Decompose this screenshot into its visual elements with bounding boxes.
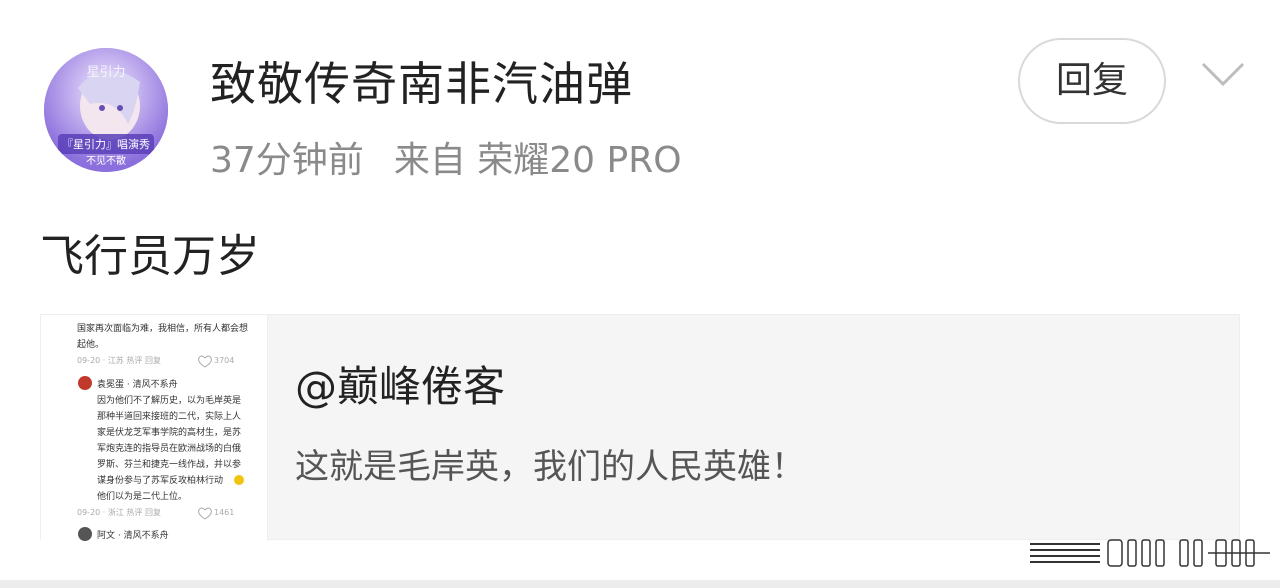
quoted-post-thumbnail[interactable]: 国家再次面临为难，我相信，所有人都会想 起他。 09-20 · 江苏 热评 回复… <box>41 315 268 541</box>
emoji-icon <box>234 475 244 485</box>
chevron-down-icon[interactable] <box>1200 60 1246 90</box>
thumb-line: 因为他们不了解历史，以为毛岸英是 <box>97 394 241 406</box>
avatar-caption-top: 星引力 <box>86 65 125 80</box>
thumb-line: 军炮克连的指导员在欧洲战场的白俄 <box>97 442 241 454</box>
post-content: 飞行员万岁 <box>40 231 260 282</box>
thumb-line: 国家再次面临为难，我相信，所有人都会想 <box>77 322 248 334</box>
thumb-commenter: 阿文 · 清风不系舟 <box>97 529 169 541</box>
post-username[interactable]: 致敬传奇南非汽油弹 <box>210 54 633 114</box>
thumb-line: 家是伏龙芝军事学院的高材生，是苏 <box>97 426 241 438</box>
reply-button[interactable]: 回复 <box>1018 38 1166 124</box>
thumb-likes: 1461 <box>214 508 234 517</box>
user-avatar[interactable]: 星引力 『星引力』唱演秀 不见不散 <box>44 48 168 172</box>
post-source: 来自 荣耀20 PRO <box>393 140 682 181</box>
barcode-watermark <box>1030 534 1270 574</box>
bottom-divider <box>0 580 1280 588</box>
avatar-caption: 『星引力』唱演秀 <box>62 137 150 151</box>
quoted-username[interactable]: @巅峰倦客 <box>295 359 505 415</box>
quoted-text: 这就是毛岸英，我们的人民英雄！ <box>295 447 805 487</box>
thumb-commenter-avatar <box>78 527 92 541</box>
thumb-line: 那种半道回来接班的二代，实际上人 <box>97 410 241 422</box>
thumb-line: 他们以为是二代上位。 <box>97 490 187 502</box>
thumb-line: 起他。 <box>77 338 104 350</box>
avatar-caption-bottom: 不见不散 <box>86 154 126 167</box>
thumb-commenter-avatar <box>78 376 92 390</box>
post-time: 37分钟前 <box>210 140 364 181</box>
thumb-commenter: 袁冕蛋 · 清风不系舟 <box>97 378 178 390</box>
post-meta: 37分钟前 来自 荣耀20 PRO <box>210 138 682 184</box>
thumb-meta: 09-20 · 江苏 热评 回复 <box>77 355 161 365</box>
thumb-likes: 3704 <box>214 356 234 365</box>
thumb-line: 谋身份参与了苏军反攻柏林行动 <box>97 474 223 486</box>
thumb-meta: 09-20 · 浙江 热评 回复 <box>77 507 161 517</box>
thumb-line: 罗斯、芬兰和捷克一线作战，并以参 <box>97 458 241 470</box>
quoted-post-card[interactable]: 国家再次面临为难，我相信，所有人都会想 起他。 09-20 · 江苏 热评 回复… <box>40 314 1240 541</box>
